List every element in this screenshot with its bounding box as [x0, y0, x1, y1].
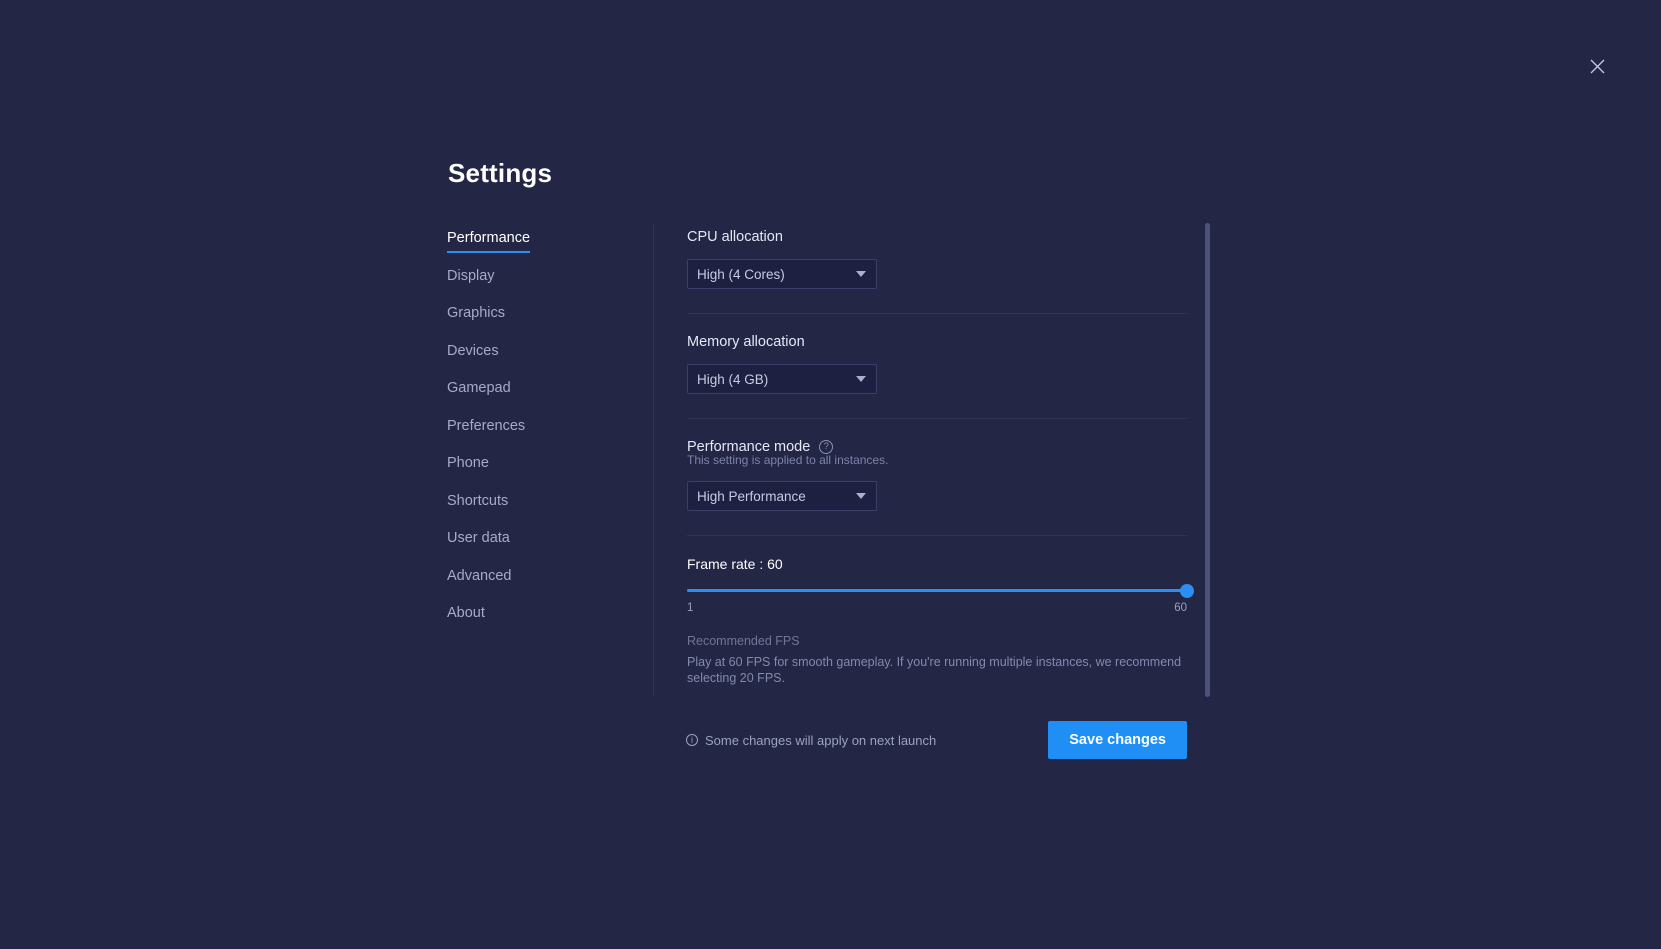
footer-note: i Some changes will apply on next launch	[686, 733, 936, 748]
frame-rate-slider[interactable]	[687, 584, 1187, 598]
cpu-allocation-value: High (4 Cores)	[697, 267, 785, 282]
help-icon[interactable]: ?	[819, 440, 833, 454]
cpu-allocation-group: CPU allocation High (4 Cores)	[687, 229, 1187, 289]
sidebar-item-display[interactable]: Display	[447, 269, 495, 291]
sidebar-item-preferences[interactable]: Preferences	[447, 419, 525, 441]
settings-sidebar: Performance Display Graphics Devices Gam…	[447, 223, 653, 642]
cpu-allocation-select[interactable]: High (4 Cores)	[687, 259, 877, 289]
recommended-fps-title: Recommended FPS	[687, 634, 1187, 648]
frame-rate-ticks: 1 60	[687, 602, 1187, 614]
memory-allocation-group: Memory allocation High (4 GB)	[687, 334, 1187, 394]
divider	[687, 418, 1187, 419]
performance-mode-group: Performance mode ? This setting is appli…	[687, 439, 1187, 511]
performance-mode-note: This setting is applied to all instances…	[687, 453, 1187, 467]
content-scrollbar[interactable]	[1205, 223, 1210, 697]
scrollbar-thumb[interactable]	[1205, 223, 1210, 697]
frame-rate-title: Frame rate : 60	[687, 556, 1187, 572]
settings-dialog: Settings Performance Display Graphics De…	[447, 158, 1213, 759]
page-title: Settings	[448, 158, 1213, 189]
slider-fill	[687, 589, 1187, 592]
close-icon	[1590, 59, 1605, 74]
close-window-button[interactable]	[1583, 52, 1611, 80]
recommended-fps-text: Play at 60 FPS for smooth gameplay. If y…	[687, 654, 1187, 686]
chevron-down-icon	[856, 271, 866, 277]
sidebar-item-about[interactable]: About	[447, 606, 485, 628]
sidebar-item-shortcuts[interactable]: Shortcuts	[447, 494, 508, 516]
divider	[687, 535, 1187, 536]
sidebar-item-graphics[interactable]: Graphics	[447, 306, 505, 328]
memory-allocation-value: High (4 GB)	[697, 372, 768, 387]
chevron-down-icon	[856, 376, 866, 382]
settings-scroll-area: CPU allocation High (4 Cores) Memory all…	[687, 229, 1213, 697]
memory-allocation-select[interactable]: High (4 GB)	[687, 364, 877, 394]
sidebar-item-gamepad[interactable]: Gamepad	[447, 381, 511, 403]
frame-rate-min-label: 1	[687, 602, 693, 614]
footer-note-text: Some changes will apply on next launch	[705, 733, 936, 748]
performance-mode-value: High Performance	[697, 489, 806, 504]
sidebar-item-devices[interactable]: Devices	[447, 344, 499, 366]
sidebar-item-phone[interactable]: Phone	[447, 456, 489, 478]
slider-thumb[interactable]	[1180, 584, 1194, 598]
settings-body: Performance Display Graphics Devices Gam…	[447, 223, 1213, 697]
cpu-allocation-label: CPU allocation	[687, 229, 1187, 245]
settings-content-panel: CPU allocation High (4 Cores) Memory all…	[653, 223, 1213, 697]
info-icon: i	[686, 734, 698, 746]
dialog-footer: i Some changes will apply on next launch…	[653, 721, 1213, 759]
frame-rate-group: Frame rate : 60 1 60 Recommended FPS Pla…	[687, 556, 1187, 686]
divider	[687, 313, 1187, 314]
chevron-down-icon	[856, 493, 866, 499]
save-changes-button[interactable]: Save changes	[1048, 721, 1187, 759]
performance-mode-select[interactable]: High Performance	[687, 481, 877, 511]
memory-allocation-label: Memory allocation	[687, 334, 1187, 350]
sidebar-item-user-data[interactable]: User data	[447, 531, 510, 553]
frame-rate-max-label: 60	[1174, 602, 1187, 614]
sidebar-item-performance[interactable]: Performance	[447, 231, 530, 253]
sidebar-item-advanced[interactable]: Advanced	[447, 569, 512, 591]
